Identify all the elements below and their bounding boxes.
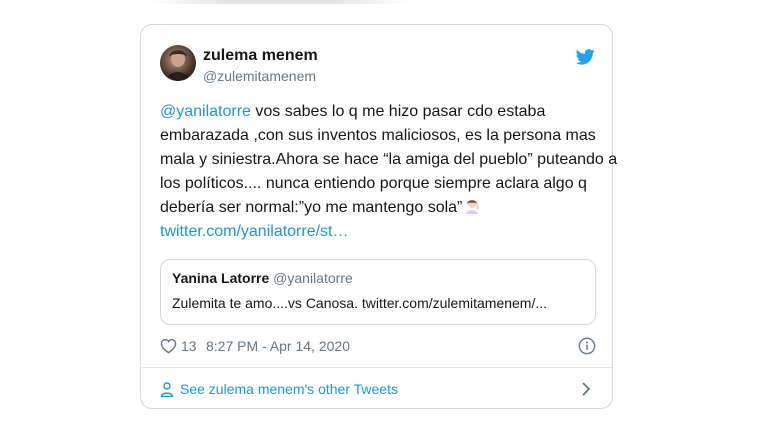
info-icon[interactable]: [578, 337, 596, 355]
heart-icon[interactable]: [160, 338, 177, 354]
tweet-text-line: mala y siniestra.Ahora se hace “la amiga…: [160, 151, 618, 168]
person-icon: [160, 382, 174, 397]
timestamp[interactable]: 8:27 PM - Apr 14, 2020: [206, 338, 350, 354]
tweet-text: @yanilatorre vos sabes lo q me hizo pasa…: [160, 100, 618, 244]
tweet-text-line: twitter.com/yanilatorre/st…: [160, 220, 600, 244]
tweet-text-line: @yanilatorre vos sabes lo q me hizo pasa…: [160, 100, 600, 124]
tweet-text-line: debería ser normal:”yo me mantengo sola”: [160, 196, 600, 220]
author-handle[interactable]: @zulemitamenem: [203, 68, 316, 84]
like-count[interactable]: 13: [181, 338, 197, 354]
tweet-text-line: embarazada ,con sus inventos maliciosos,…: [160, 127, 596, 144]
top-shadow: [150, 0, 410, 4]
twitter-bird-icon[interactable]: [576, 49, 595, 65]
quoted-tweet[interactable]: Yanina Latorre @yanilatorre Zulemita te …: [160, 259, 596, 325]
mention-link[interactable]: @yanilatorre: [160, 103, 251, 120]
quoted-tweet-author: Yanina Latorre @yanilatorre: [172, 270, 353, 286]
quoted-tweet-handle: @yanilatorre: [273, 270, 353, 286]
page: zulema menem @zulemitamenem @yanilatorre…: [0, 0, 770, 435]
tweet-text-segment: debería ser normal:”yo me mantengo sola”: [160, 199, 463, 216]
tweet-meta: 13 8:27 PM - Apr 14, 2020: [160, 337, 596, 357]
woman-raising-hand-emoji: [466, 200, 479, 214]
author-name[interactable]: zulema menem: [203, 47, 318, 65]
tweet-text-line: los políticos.... nunca entiendo porque …: [160, 175, 587, 192]
quoted-tweet-name: Yanina Latorre: [172, 270, 270, 286]
avatar[interactable]: [160, 45, 196, 81]
see-more-label[interactable]: See zulema menem's other Tweets: [180, 381, 398, 397]
chevron-right-icon[interactable]: [581, 381, 591, 397]
quoted-tweet-text: Zulemita te amo....vs Canosa. twitter.co…: [172, 295, 548, 311]
see-more-tweets-link[interactable]: See zulema menem's other Tweets: [160, 380, 596, 400]
embedded-tweet-card[interactable]: zulema menem @zulemitamenem @yanilatorre…: [140, 24, 618, 409]
tweet-link[interactable]: twitter.com/yanilatorre/st…: [160, 223, 349, 240]
tweet-text-segment: vos sabes lo q me hizo pasar cdo estaba: [250, 103, 546, 120]
divider: [141, 367, 612, 368]
